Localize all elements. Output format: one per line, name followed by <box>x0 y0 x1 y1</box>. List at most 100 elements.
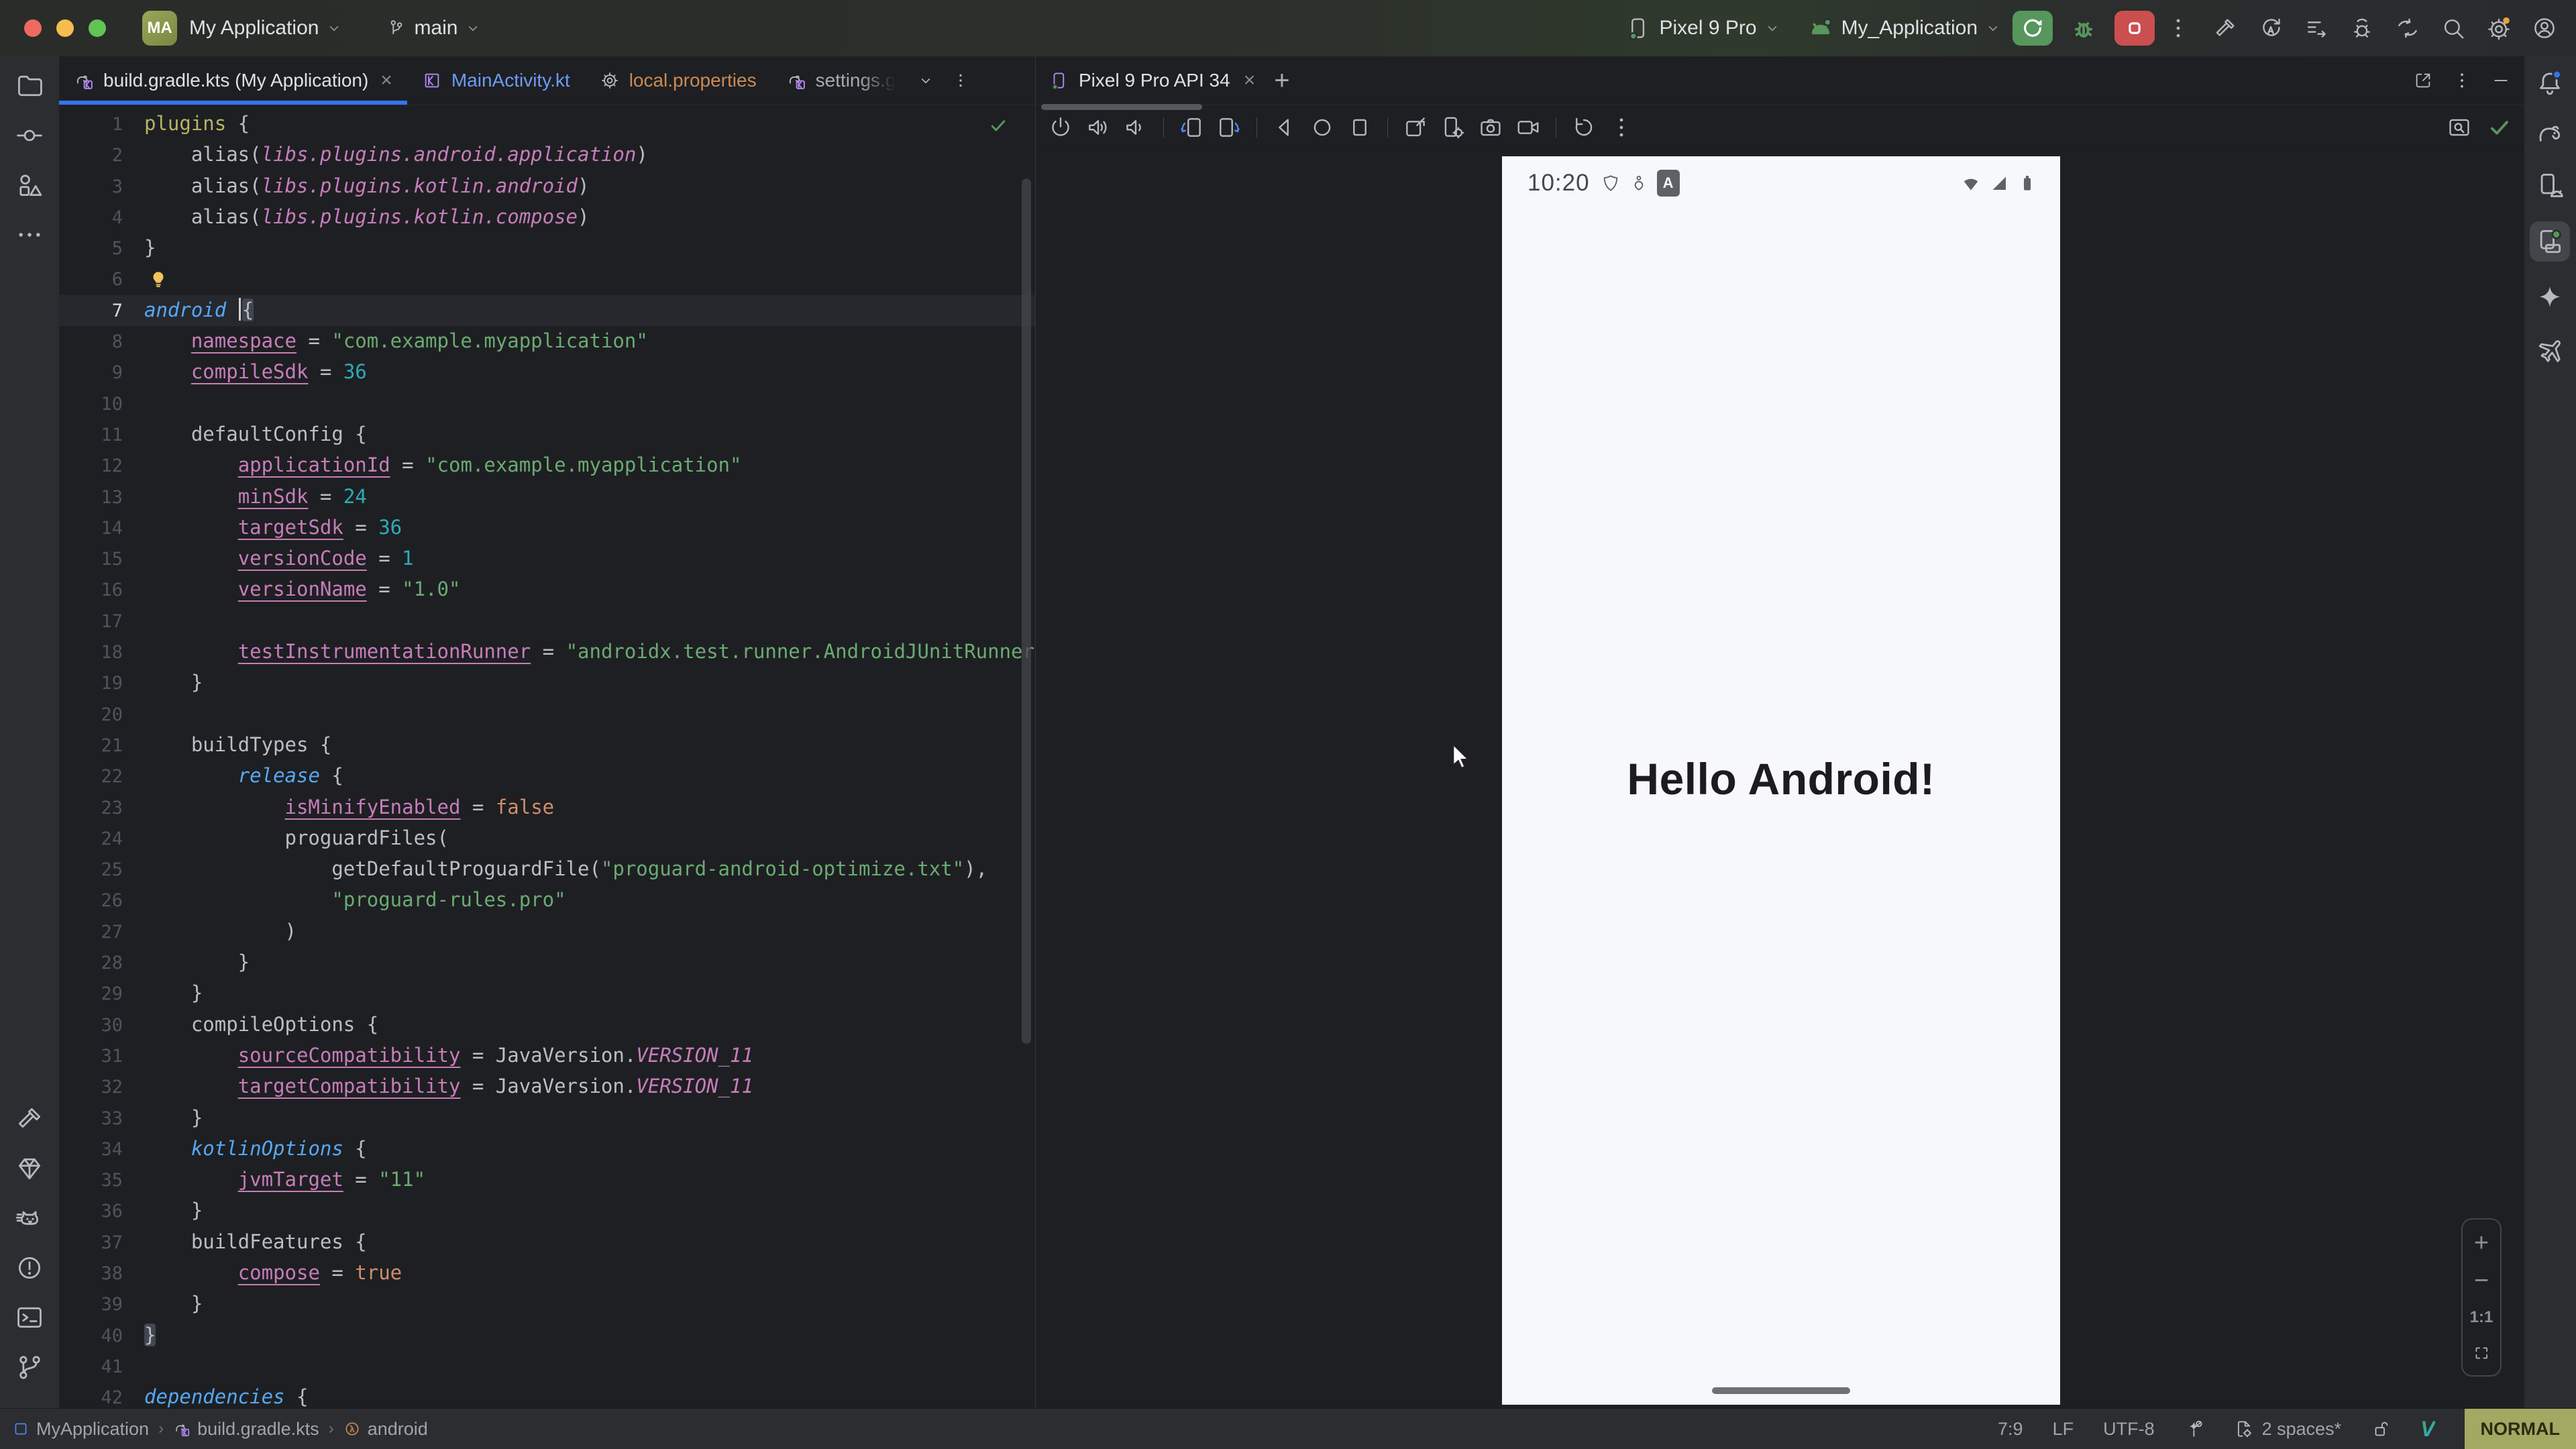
code-line-3[interactable]: 3 alias(libs.plugins.kotlin.android) <box>59 171 1035 202</box>
close-icon[interactable]: × <box>380 69 392 92</box>
sync-refresh-a-icon[interactable] <box>2258 15 2284 41</box>
code-line-11[interactable]: 11 defaultConfig { <box>59 419 1035 450</box>
rotate-right-icon[interactable] <box>1216 115 1242 140</box>
window-search-icon[interactable] <box>2447 115 2472 140</box>
code-line-29[interactable]: 29 } <box>59 978 1035 1009</box>
code-line-7[interactable]: 7android { <box>59 295 1035 326</box>
code-line-8[interactable]: 8 namespace = "com.example.myapplication… <box>59 326 1035 357</box>
snapshot-icon[interactable] <box>1571 115 1597 140</box>
tool-stripe-running-devices[interactable] <box>2530 221 2570 262</box>
code-line-16[interactable]: 16 versionName = "1.0" <box>59 574 1035 605</box>
code-line-2[interactable]: 2 alias(libs.plugins.android.application… <box>59 140 1035 170</box>
code-line-20[interactable]: 20 <box>59 699 1035 730</box>
editor-tab-0[interactable]: build.gradle.kts (My Application)× <box>59 56 407 105</box>
volume-up-icon[interactable] <box>1085 115 1111 140</box>
tool-stripe-bell[interactable] <box>2535 68 2565 98</box>
zoom-out-button[interactable]: − <box>2474 1271 2489 1291</box>
code-line-6[interactable]: 6 <box>59 264 1035 294</box>
indent-widget[interactable]: 2 spaces* <box>2234 1419 2342 1440</box>
code-line-15[interactable]: 15 versionCode = 1 <box>59 543 1035 574</box>
code-line-34[interactable]: 34 kotlinOptions { <box>59 1134 1035 1165</box>
screen-record-icon[interactable] <box>1515 115 1541 140</box>
attach-debugger-icon[interactable] <box>2349 15 2375 41</box>
line-ending-widget[interactable]: LF <box>2053 1419 2074 1440</box>
debug-button[interactable] <box>2063 11 2104 46</box>
device-settings-icon[interactable] <box>1440 115 1466 140</box>
vim-mode-badge[interactable]: NORMAL <box>2465 1409 2576 1449</box>
screenshot-icon[interactable] <box>1478 115 1503 140</box>
zoom-fit-icon[interactable] <box>2473 1344 2490 1362</box>
device-screen[interactable]: 10:20 A Hello Android! <box>1502 156 2060 1405</box>
settings-gear-icon[interactable] <box>2486 15 2512 41</box>
tool-stripe-branch[interactable] <box>15 1352 44 1382</box>
code-line-24[interactable]: 24 proguardFiles( <box>59 823 1035 854</box>
breadcrumb-item-android[interactable]: android <box>343 1419 428 1440</box>
editor-tab-3[interactable]: settings.g <box>771 56 911 105</box>
overview-icon[interactable] <box>1347 115 1373 140</box>
code-line-26[interactable]: 26 "proguard-rules.pro" <box>59 885 1035 916</box>
more-vertical-icon[interactable] <box>2165 15 2191 41</box>
tool-stripe-device-manager[interactable] <box>2535 170 2565 200</box>
minimize-window-button[interactable] <box>56 19 74 37</box>
editor-tab-1[interactable]: MainActivity.kt <box>407 56 585 105</box>
tab-options-icon[interactable] <box>952 72 969 89</box>
code-line-21[interactable]: 21 buildTypes { <box>59 730 1035 761</box>
code-line-37[interactable]: 37 buildFeatures { <box>59 1227 1035 1258</box>
editor-tab-2[interactable]: local.properties <box>585 56 771 105</box>
tool-stripe-project-folder[interactable] <box>15 71 44 101</box>
sync-arrows-icon[interactable] <box>2395 15 2420 41</box>
code-line-36[interactable]: 36 } <box>59 1195 1035 1226</box>
close-window-button[interactable] <box>24 19 42 37</box>
open-in-window-icon[interactable] <box>2413 70 2433 91</box>
tool-stripe-terminal[interactable] <box>15 1303 44 1332</box>
device-selector[interactable]: Pixel 9 Pro <box>1625 15 1780 41</box>
code-line-35[interactable]: 35 jvmTarget = "11" <box>59 1165 1035 1195</box>
code-line-41[interactable]: 41 <box>59 1351 1035 1382</box>
code-line-38[interactable]: 38 compose = true <box>59 1258 1035 1289</box>
code-line-25[interactable]: 25 getDefaultProguardFile("proguard-andr… <box>59 854 1035 885</box>
more-v-icon[interactable] <box>1609 115 1634 140</box>
fold-icon[interactable] <box>1403 115 1428 140</box>
breadcrumb-item-MyApplication[interactable]: MyApplication <box>12 1419 149 1440</box>
code-line-4[interactable]: 4 alias(libs.plugins.kotlin.compose) <box>59 202 1035 233</box>
code-line-23[interactable]: 23 isMinifyEnabled = false <box>59 792 1035 823</box>
back-icon[interactable] <box>1272 115 1297 140</box>
code-editor[interactable]: 1plugins {2 alias(libs.plugins.android.a… <box>59 105 1035 1409</box>
code-line-13[interactable]: 13 minSdk = 24 <box>59 482 1035 513</box>
code-line-42[interactable]: 42dependencies { <box>59 1382 1035 1409</box>
zoom-in-button[interactable]: + <box>2474 1233 2489 1253</box>
intention-bulb-icon[interactable] <box>148 269 168 289</box>
code-line-12[interactable]: 12 applicationId = "com.example.myapplic… <box>59 450 1035 481</box>
tool-stripe-commit[interactable] <box>15 121 44 150</box>
tool-stripe-logcat-cat[interactable] <box>15 1203 44 1233</box>
zoom-reset-button[interactable]: 1:1 <box>2470 1308 2493 1327</box>
profiler-lines-icon[interactable] <box>2304 15 2329 41</box>
code-line-28[interactable]: 28 } <box>59 947 1035 978</box>
unlock-icon[interactable] <box>2371 1419 2391 1439</box>
code-line-18[interactable]: 18 testInstrumentationRunner = "androidx… <box>59 637 1035 667</box>
add-device-tab-button[interactable]: + <box>1274 66 1289 96</box>
code-line-27[interactable]: 27 ) <box>59 916 1035 947</box>
run-configuration-selector[interactable]: My_Application <box>1808 15 2002 41</box>
close-icon[interactable]: × <box>1244 69 1256 92</box>
tool-stripe-gem[interactable] <box>15 1154 44 1183</box>
volume-down-icon[interactable] <box>1123 115 1148 140</box>
tool-stripe-more-h[interactable] <box>15 220 44 250</box>
encoding-widget[interactable]: UTF-8 <box>2103 1419 2155 1440</box>
breadcrumb-item-build.gradle.kts[interactable]: build.gradle.kts <box>173 1419 319 1440</box>
code-line-31[interactable]: 31 sourceCompatibility = JavaVersion.VER… <box>59 1040 1035 1071</box>
profile-account-icon[interactable] <box>2532 15 2557 41</box>
vcs-branch-widget[interactable]: main <box>386 17 482 40</box>
code-line-39[interactable]: 39 } <box>59 1289 1035 1320</box>
rotate-left-icon[interactable] <box>1179 115 1204 140</box>
tool-stripe-airplane[interactable] <box>2535 334 2565 364</box>
code-line-1[interactable]: 1plugins { <box>59 109 1035 140</box>
code-line-22[interactable]: 22 release { <box>59 761 1035 792</box>
stop-button[interactable] <box>2114 11 2155 46</box>
code-line-9[interactable]: 9 compileSdk = 36 <box>59 357 1035 388</box>
editor-scrollbar[interactable] <box>1022 178 1031 1044</box>
power-icon[interactable] <box>1048 115 1073 140</box>
tool-stripe-problems[interactable] <box>15 1253 44 1283</box>
emulator-tab[interactable]: Pixel 9 Pro API 34 × <box>1049 69 1255 92</box>
project-widget[interactable]: MA My Application <box>121 11 343 46</box>
